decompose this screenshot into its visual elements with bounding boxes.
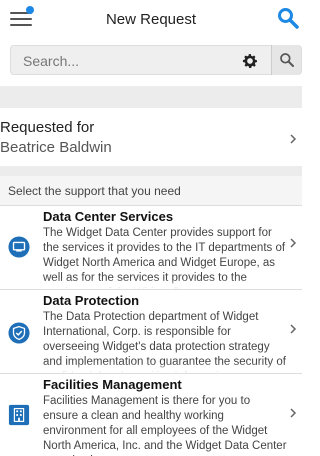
menu-button[interactable]	[10, 6, 34, 29]
header: New Request	[0, 0, 302, 38]
computer-screen-icon	[8, 236, 30, 258]
item-name: Data Protection	[43, 293, 140, 308]
chevron-right-icon	[290, 238, 297, 248]
chevron-right-icon	[290, 324, 297, 334]
section-divider	[0, 166, 302, 176]
section-divider	[0, 86, 302, 108]
shield-check-icon	[8, 322, 30, 344]
building-icon	[8, 404, 30, 426]
search-bar[interactable]: Search...	[10, 45, 302, 75]
search-icon[interactable]	[276, 6, 300, 30]
page-title: New Request	[105, 11, 197, 28]
search-icon	[280, 53, 294, 67]
list-item-data-center-services[interactable]: Data Center Services The Widget Data Cen…	[0, 206, 302, 290]
item-description: Facilities Management is there for you t…	[43, 395, 287, 456]
search-submit-button[interactable]	[271, 45, 301, 75]
item-name: Facilities Management	[43, 377, 182, 392]
chevron-right-icon	[290, 408, 297, 418]
item-name: Data Center Services	[43, 209, 174, 224]
support-section-header: Select the support that you need	[0, 176, 302, 206]
chevron-right-icon	[290, 134, 297, 144]
notification-dot	[26, 6, 34, 14]
requested-for-label: Requested for	[0, 119, 95, 136]
search-input[interactable]: Search...	[23, 53, 79, 69]
support-prompt: Select the support that you need	[8, 184, 181, 198]
requested-for-value: Beatrice Baldwin	[0, 139, 112, 156]
gear-icon[interactable]	[241, 52, 259, 70]
list-item-facilities-management[interactable]: Facilities Management Facilities Managem…	[0, 374, 302, 456]
requested-for-row[interactable]: Requested for Beatrice Baldwin	[0, 108, 302, 166]
list-item-data-protection[interactable]: Data Protection The Data Protection depa…	[0, 290, 302, 374]
